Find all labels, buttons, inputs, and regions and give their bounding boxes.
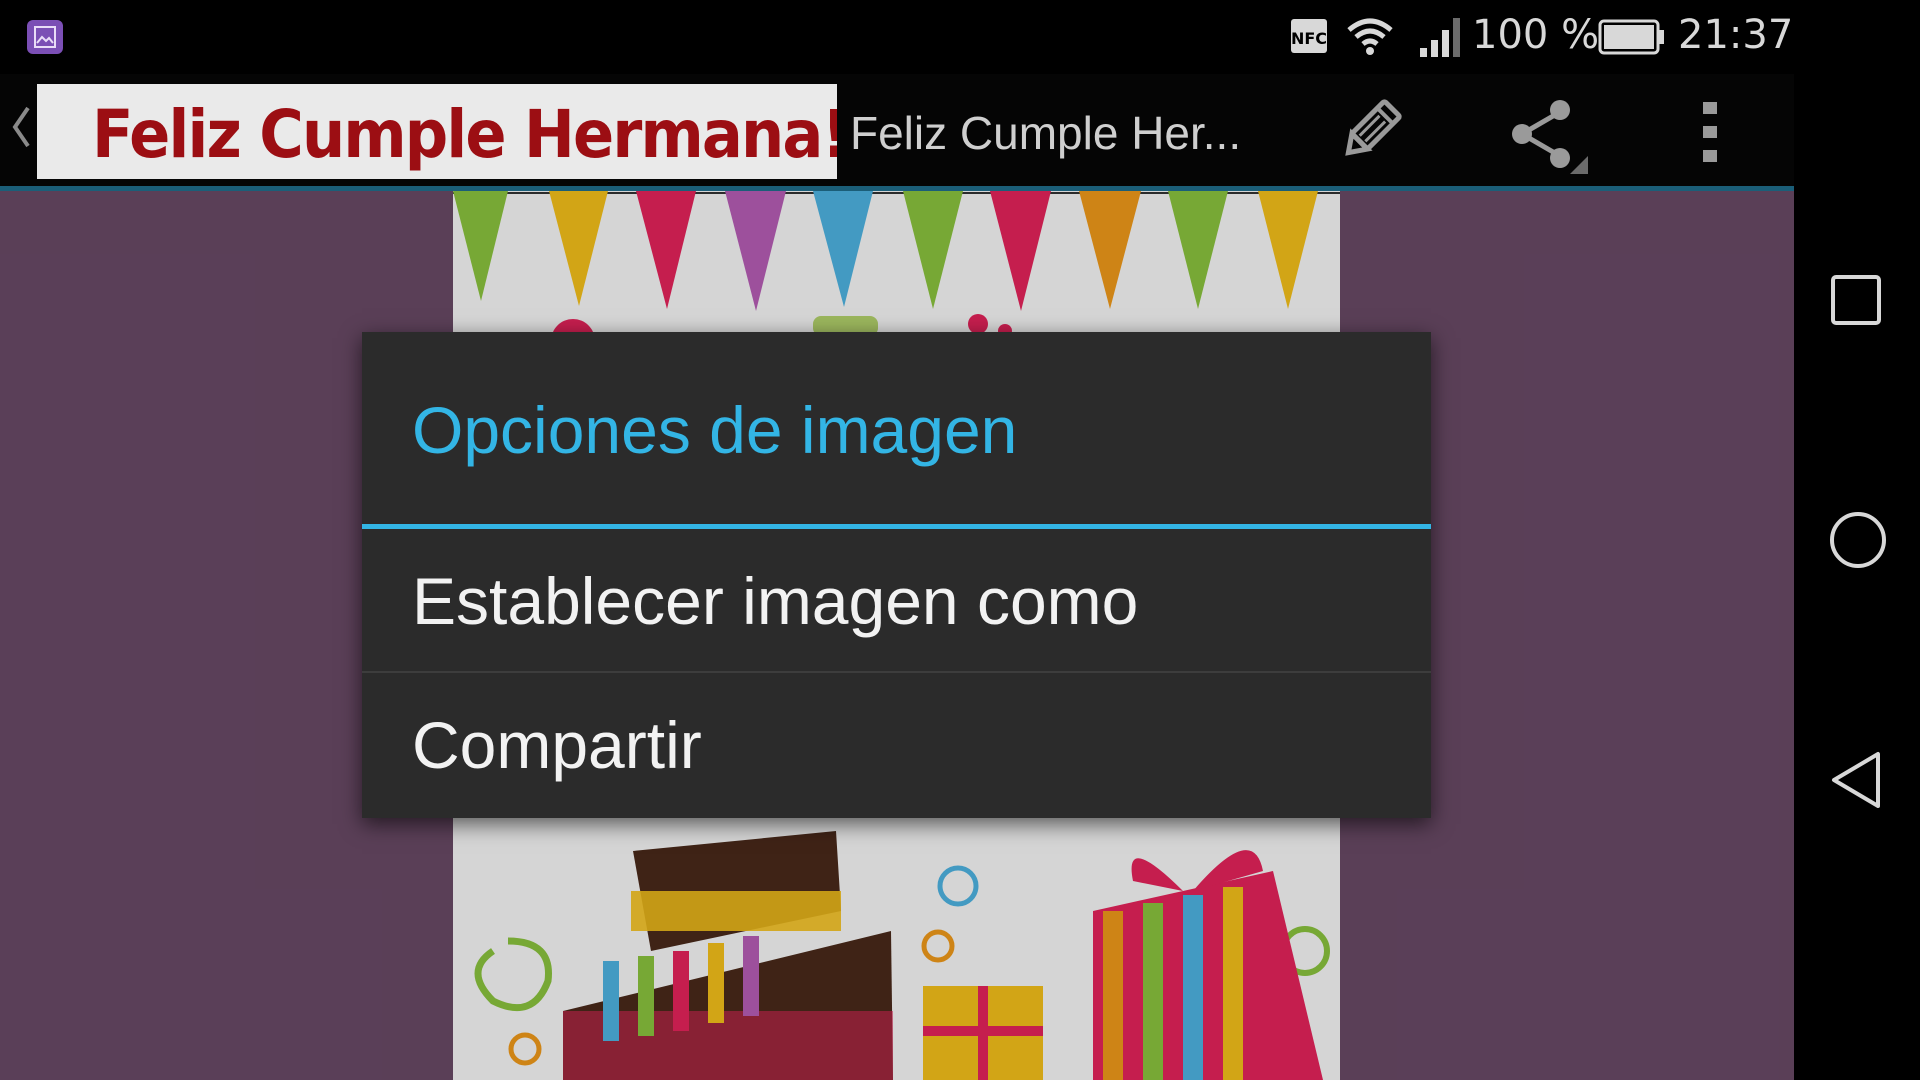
- chevron-left-icon[interactable]: [10, 104, 32, 154]
- battery-icon: [1598, 19, 1666, 59]
- wifi-icon: [1345, 16, 1395, 60]
- share-option[interactable]: Compartir: [362, 673, 1431, 815]
- overflow-menu-icon[interactable]: [1695, 100, 1725, 168]
- dialog-title: Opciones de imagen: [412, 393, 1018, 467]
- image-options-dialog: Opciones de imagen Establecer imagen com…: [362, 332, 1431, 818]
- share-label: Compartir: [412, 708, 702, 782]
- recent-apps-icon[interactable]: [1828, 272, 1884, 332]
- app-title: Feliz Cumple Her...: [850, 107, 1242, 159]
- back-icon[interactable]: [1828, 750, 1884, 814]
- navigation-bar: [1794, 0, 1920, 1080]
- edit-icon[interactable]: [1335, 94, 1407, 170]
- set-image-as-option[interactable]: Establecer imagen como: [362, 529, 1431, 673]
- share-icon[interactable]: [1500, 94, 1592, 180]
- home-icon[interactable]: [1828, 510, 1888, 574]
- signal-icon: [1418, 16, 1464, 62]
- clock: 21:37: [1678, 12, 1794, 58]
- app-logo-banner[interactable]: Feliz Cumple Hermana!: [37, 84, 837, 179]
- image-icon: [27, 20, 63, 54]
- banner-text: Feliz Cumple Hermana!: [92, 96, 837, 173]
- svg-text:NFC: NFC: [1291, 29, 1327, 48]
- set-image-as-label: Establecer imagen como: [412, 564, 1139, 638]
- status-bar: NFC 100 % 21:37: [0, 0, 1794, 74]
- nfc-icon: NFC: [1290, 18, 1328, 58]
- battery-percentage: 100 %: [1472, 12, 1600, 58]
- action-bar: Feliz Cumple Hermana! Feliz Cumple Her..…: [0, 74, 1794, 186]
